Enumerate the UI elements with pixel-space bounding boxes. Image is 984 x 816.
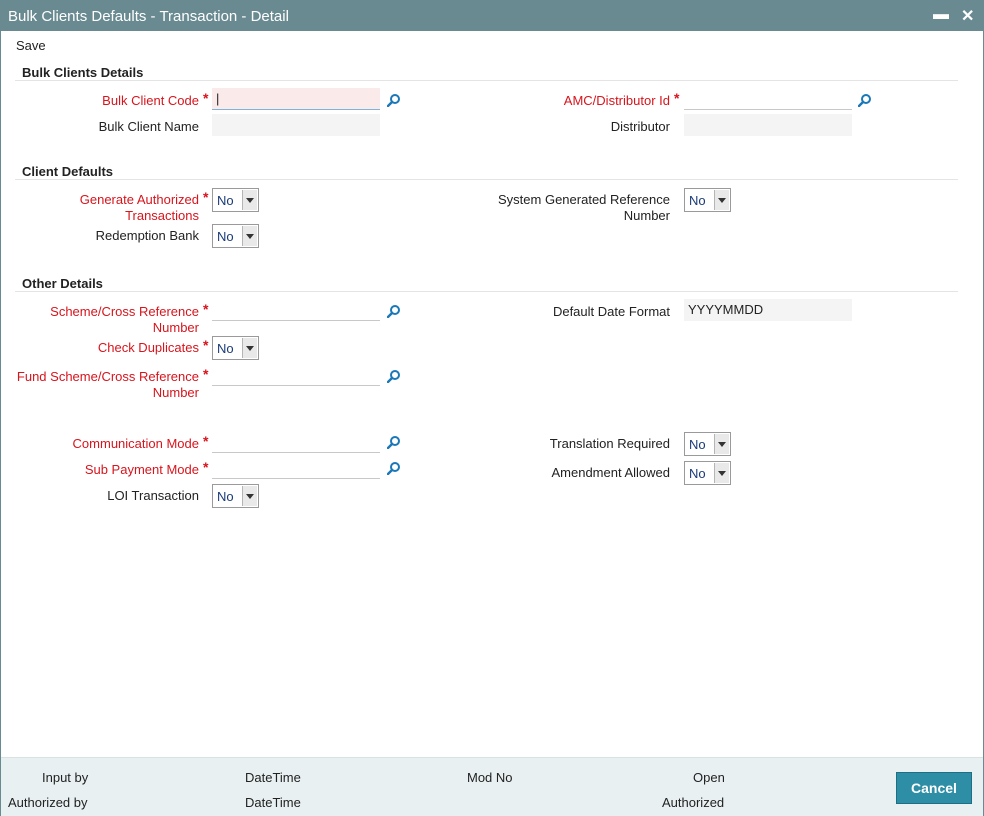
search-icon[interactable] [387,435,401,449]
section-divider [15,179,958,180]
redemption-bank-label: Redemption Bank [95,228,199,243]
bulk-client-code-field[interactable] [212,88,380,110]
scheme-cross-reference-number-field[interactable] [212,299,380,321]
required-marker: * [203,337,209,353]
bulk-client-code-label: Bulk Client Code [102,93,199,108]
chevron-down-icon [242,486,257,506]
section-title-bulk-clients-details: Bulk Clients Details [22,65,144,80]
required-marker: * [203,366,209,382]
translation-required-label: Translation Required [549,436,670,451]
communication-mode-label: Communication Mode [72,436,199,451]
loi-transaction-label: LOI Transaction [107,488,199,503]
required-marker: * [203,301,209,317]
cancel-button[interactable]: Cancel [896,772,972,804]
default-date-format-value: YYYYMMDD [684,299,852,321]
communication-mode-field[interactable] [212,431,380,453]
section-divider [15,80,958,81]
audit-footer: Input by Authorized by DateTime DateTime… [1,757,983,816]
select-value: No [689,466,706,481]
check-duplicates-label: Check Duplicates [97,340,199,355]
chevron-down-icon [714,463,729,483]
generate-authorized-transactions-select[interactable]: No [212,188,259,212]
amc-distributor-id-field[interactable] [684,88,852,110]
select-value: No [689,437,706,452]
system-generated-reference-number-label-line1: System Generated Reference [498,192,670,207]
search-icon[interactable] [858,93,872,107]
select-value: No [217,489,234,504]
amc-distributor-id-label: AMC/Distributor Id [563,93,670,108]
select-value: No [217,229,234,244]
search-icon[interactable] [387,369,401,383]
detail-window: Bulk Clients Defaults - Transaction - De… [0,0,984,816]
title-bar: Bulk Clients Defaults - Transaction - De… [1,1,983,31]
search-icon[interactable] [387,461,401,475]
sub-payment-mode-label: Sub Payment Mode [84,462,199,477]
default-date-format-label: Default Date Format [552,304,670,319]
generate-authorized-transactions-label-line1: Generate Authorized [79,192,199,207]
required-marker: * [674,90,680,106]
input-by-label: Input by [42,770,89,785]
authorized-datetime-label: DateTime [245,795,301,810]
minimize-icon[interactable]: ▬ [933,6,949,24]
select-value: No [217,193,234,208]
menu-bar: Save [1,31,983,58]
loi-transaction-select[interactable]: No [212,484,259,508]
search-icon[interactable] [387,304,401,318]
fund-scheme-cross-reference-number-label-line2: Number [152,385,199,400]
distributor-label: Distributor [610,119,670,134]
bulk-client-name-field [212,114,380,136]
distributor-field [684,114,852,136]
window-title: Bulk Clients Defaults - Transaction - De… [8,8,289,25]
chevron-down-icon [714,434,729,454]
translation-required-select[interactable]: No [684,432,731,456]
select-value: No [689,193,706,208]
authorization-status-label: Authorized [662,795,725,810]
mod-no-label: Mod No [467,770,513,785]
record-status-label: Open [693,770,725,785]
system-generated-reference-number-select[interactable]: No [684,188,731,212]
generate-authorized-transactions-label-line2: Transactions [125,208,199,223]
fund-scheme-cross-reference-number-field[interactable] [212,364,380,386]
system-generated-reference-number-label-line2: Number [623,208,670,223]
section-divider [15,291,958,292]
chevron-down-icon [242,226,257,246]
chevron-down-icon [242,190,257,210]
required-marker: * [203,90,209,106]
select-value: No [217,341,234,356]
input-datetime-label: DateTime [245,770,301,785]
section-title-client-defaults: Client Defaults [22,164,114,179]
amendment-allowed-select[interactable]: No [684,461,731,485]
fund-scheme-cross-reference-number-label: Fund Scheme/Cross Reference Number [17,369,199,401]
scheme-cross-reference-number-label-line1: Scheme/Cross Reference [50,304,199,319]
authorized-by-label: Authorized by [8,795,88,810]
required-marker: * [203,189,209,205]
sub-payment-mode-field[interactable] [212,457,380,479]
check-duplicates-select[interactable]: No [212,336,259,360]
save-button[interactable]: Save [16,38,46,53]
system-generated-reference-number-label: System Generated Reference Number [498,192,670,224]
redemption-bank-select[interactable]: No [212,224,259,248]
scheme-cross-reference-number-label: Scheme/Cross Reference Number [50,304,199,336]
section-title-other-details: Other Details [22,276,103,291]
scheme-cross-reference-number-label-line2: Number [152,320,199,335]
bulk-client-name-label: Bulk Client Name [98,119,199,134]
required-marker: * [203,459,209,475]
search-icon[interactable] [387,93,401,107]
required-marker: * [203,433,209,449]
chevron-down-icon [242,338,257,358]
chevron-down-icon [714,190,729,210]
amendment-allowed-label: Amendment Allowed [551,465,670,480]
generate-authorized-transactions-label: Generate Authorized Transactions [80,192,199,224]
fund-scheme-cross-reference-number-label-line1: Fund Scheme/Cross Reference [16,369,199,384]
close-icon[interactable]: ✕ [961,6,974,26]
